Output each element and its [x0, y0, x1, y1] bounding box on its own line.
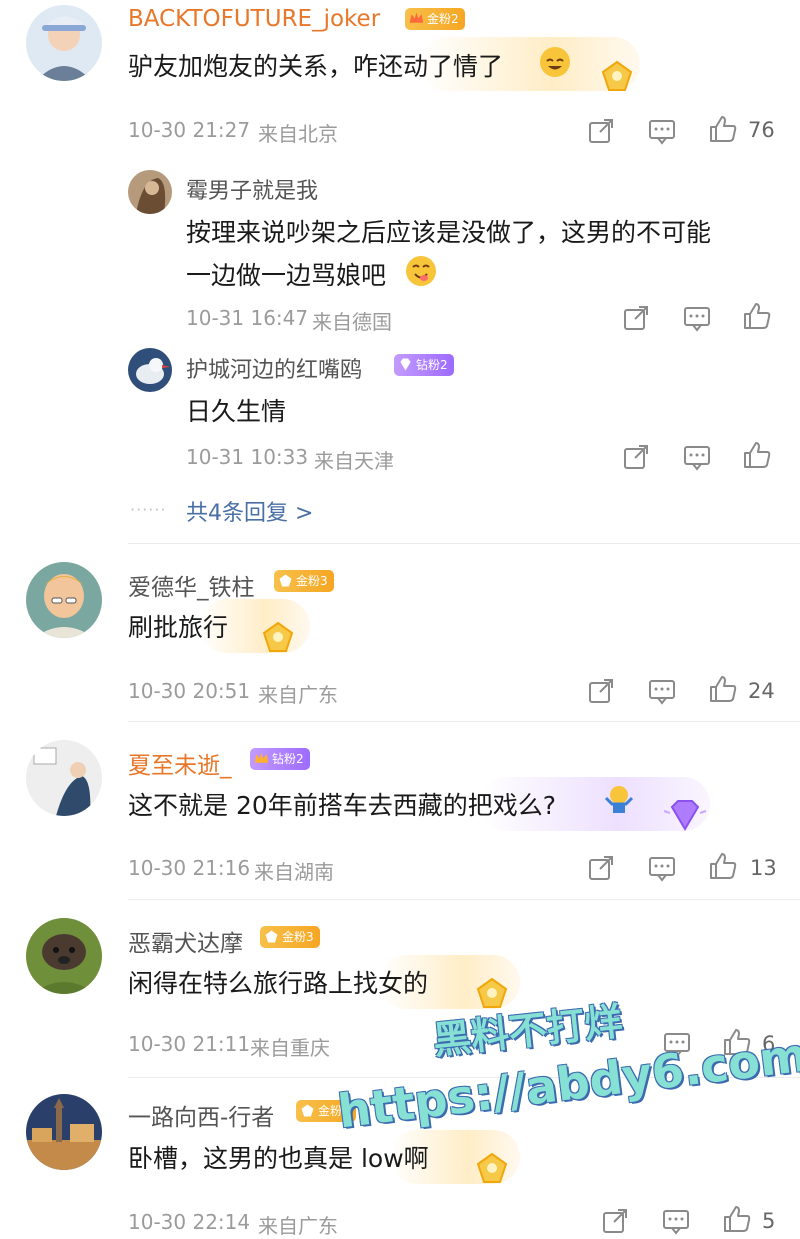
reply-time: 10-31 10:33 — [186, 445, 309, 469]
avatar[interactable] — [26, 5, 102, 81]
reply-username[interactable]: 护城河边的红嘴鸥 — [186, 352, 362, 384]
comment-text: 驴友加炮友的关系，咋还动了情了 — [128, 52, 504, 81]
comment-icon[interactable] — [647, 676, 677, 706]
gold-gem-icon — [601, 60, 633, 91]
comment-item: 夏至未逝_ 钻粉2 这不就是 20年前搭车去西藏的把戏么? 10-30 21:1… — [0, 722, 800, 898]
reply-avatar[interactable] — [128, 348, 172, 392]
like-icon[interactable] — [722, 1204, 752, 1234]
badge-label: 钻粉2 — [272, 752, 304, 766]
like-count: 13 — [750, 856, 777, 880]
like-icon[interactable] — [708, 851, 738, 881]
share-icon[interactable] — [621, 442, 651, 472]
comment-time: 10-30 21:11 — [128, 1032, 251, 1056]
shrug-emoji-icon — [604, 786, 634, 813]
like-count: 76 — [748, 118, 775, 142]
share-icon[interactable] — [586, 853, 616, 883]
fan-badge: 钻粉2 — [394, 354, 454, 376]
avatar[interactable] — [26, 918, 102, 994]
gem-icon — [265, 930, 278, 943]
avatar[interactable] — [26, 562, 102, 638]
purple-diamond-icon — [663, 800, 707, 831]
comment-location: 来自重庆 — [250, 1036, 330, 1060]
comment-location: 来自广东 — [258, 683, 338, 707]
badge-label: 金粉3 — [282, 930, 314, 944]
badge-label: 钻粉2 — [416, 358, 448, 372]
username[interactable]: 夏至未逝_ — [128, 746, 232, 780]
comment-time: 10-30 22:14 — [128, 1210, 251, 1234]
share-icon[interactable] — [586, 116, 616, 146]
share-icon[interactable] — [600, 1206, 630, 1236]
comment-icon[interactable] — [682, 442, 712, 472]
share-icon[interactable] — [586, 676, 616, 706]
badge-label: 金粉3 — [296, 574, 328, 588]
comment-text: 卧槽，这男的也真是 low啊 — [128, 1144, 429, 1173]
fan-badge: 金粉3 — [274, 570, 334, 592]
reply-username[interactable]: 霉男子就是我 — [186, 173, 318, 205]
reply-time: 10-31 16:47 — [186, 306, 309, 330]
gold-gem-icon — [262, 621, 294, 652]
username[interactable]: BACKTOFUTURE_joker — [128, 6, 380, 32]
badge-label: 金粉2 — [427, 12, 459, 26]
crown-icon — [409, 12, 424, 23]
comment-item: 爱德华_铁柱 金粉3 刷批旅行 10-30 20:51 来自广东 24 — [0, 544, 800, 720]
fan-badge: 钻粉2 — [250, 748, 310, 770]
more-replies-dots: ······ — [130, 500, 167, 519]
fan-badge: 金粉2 — [405, 8, 465, 30]
comment-time: 10-30 21:16 — [128, 856, 251, 880]
comment-item: BACKTOFUTURE_joker 金粉2 驴友加炮友的关系，咋还动了情了 1… — [0, 0, 800, 540]
comment-text: 闲得在特么旅行路上找女的 — [128, 969, 429, 998]
comment-icon[interactable] — [647, 853, 677, 883]
sweat-smile-emoji-icon — [540, 47, 570, 77]
fan-badge: 金粉3 — [260, 926, 320, 948]
like-icon[interactable] — [742, 301, 772, 331]
gold-gem-icon — [476, 1152, 508, 1183]
avatar[interactable] — [26, 740, 102, 816]
reply-text: 一边做一边骂娘吧 — [186, 261, 387, 290]
username[interactable]: 爱德华_铁柱 — [128, 568, 255, 602]
diamond-icon — [400, 358, 411, 371]
username[interactable]: 恶霸犬达摩 — [128, 924, 243, 958]
comment-icon[interactable] — [647, 116, 677, 146]
share-icon[interactable] — [621, 303, 651, 333]
reply-location: 来自天津 — [314, 449, 394, 473]
comment-time: 10-30 21:27 — [128, 118, 251, 142]
comment-location: 来自湖南 — [254, 860, 334, 884]
username[interactable]: 一路向西-行者 — [128, 1098, 274, 1132]
yum-emoji-icon — [406, 256, 436, 286]
comment-location: 来自广东 — [258, 1214, 338, 1238]
like-icon[interactable] — [742, 440, 772, 470]
comment-time: 10-30 20:51 — [128, 679, 251, 703]
reply-location: 来自德国 — [312, 310, 392, 334]
comment-location: 来自北京 — [258, 122, 338, 146]
like-icon[interactable] — [708, 674, 738, 704]
comment-text: 这不就是 20年前搭车去西藏的把戏么? — [128, 791, 557, 820]
crown-icon — [254, 752, 269, 763]
gem-icon — [301, 1104, 314, 1117]
reply-text: 日久生情 — [186, 397, 287, 426]
like-count: 24 — [748, 679, 775, 703]
reply-avatar[interactable] — [128, 170, 172, 214]
avatar[interactable] — [26, 1094, 102, 1170]
like-count: 5 — [762, 1209, 776, 1233]
more-replies-link[interactable]: 共4条回复 > — [186, 495, 313, 527]
gem-icon — [279, 574, 292, 587]
like-icon[interactable] — [708, 114, 738, 144]
comment-icon[interactable] — [661, 1206, 691, 1236]
comment-text: 刷批旅行 — [128, 613, 229, 642]
comment-icon[interactable] — [682, 303, 712, 333]
reply-text: 按理来说吵架之后应该是没做了，这男的不可能 — [186, 218, 712, 247]
